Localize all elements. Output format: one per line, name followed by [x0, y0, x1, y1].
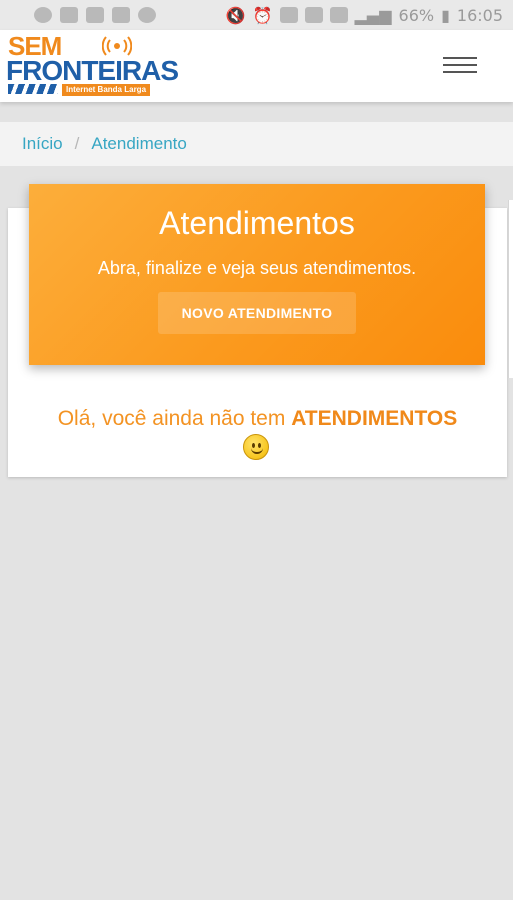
sim-icon: [304, 7, 323, 23]
chat-icon: [138, 7, 156, 23]
notification-icons: [34, 7, 156, 23]
logo-tagline: Internet Banda Larga: [62, 84, 151, 96]
sem-fronteiras-logo[interactable]: SEM FRONTEIRAS Internet Banda Larga: [6, 32, 179, 100]
breadcrumb-home-link[interactable]: Início: [22, 134, 63, 154]
breadcrumb: Início / Atendimento: [0, 122, 513, 166]
atendimentos-banner: Atendimentos Abra, finalize e veja seus …: [29, 184, 485, 365]
empty-state-message: Olá, você ainda não tem ATENDIMENTOS: [8, 406, 507, 432]
battery-level: 66%: [398, 5, 435, 25]
page-title: Atendimentos: [159, 205, 355, 241]
system-icons: 🔇 ⏰ ▂▄▆ 66% ▮ 16:05: [226, 6, 503, 25]
new-ticket-button[interactable]: NOVO ATENDIMENTO: [158, 292, 356, 334]
signal-icon: ▂▄▆: [354, 5, 392, 25]
logo-text-line2: FRONTEIRAS: [6, 55, 179, 86]
app-header: SEM FRONTEIRAS Internet Banda Larga: [0, 30, 513, 102]
status-bar: 🔇 ⏰ ▂▄▆ 66% ▮ 16:05: [0, 0, 513, 30]
page-subtitle: Abra, finalize e veja seus atendimentos.: [97, 258, 417, 278]
breadcrumb-current[interactable]: Atendimento: [91, 134, 186, 154]
hamburger-menu-icon[interactable]: [443, 57, 477, 77]
volte-icon: [279, 7, 298, 23]
smiley-icon: [243, 434, 269, 460]
app-icon: [60, 7, 78, 23]
clock: 16:05: [456, 5, 503, 25]
whatsapp-icon: [34, 7, 52, 23]
adjacent-card-edge: [508, 200, 513, 378]
empty-state-highlight: ATENDIMENTOS: [291, 407, 458, 430]
nfc-icon: [329, 7, 348, 23]
message-icon: [112, 7, 130, 23]
empty-state-text: Olá, você ainda não tem: [57, 407, 292, 430]
breadcrumb-separator: /: [74, 134, 80, 153]
mute-icon: 🔇: [225, 5, 246, 25]
logo-stripes: [8, 84, 58, 94]
image-icon: [86, 7, 104, 23]
alarm-icon: ⏰: [252, 5, 273, 25]
battery-icon: ▮: [441, 5, 450, 25]
antenna-icon: [102, 36, 132, 56]
